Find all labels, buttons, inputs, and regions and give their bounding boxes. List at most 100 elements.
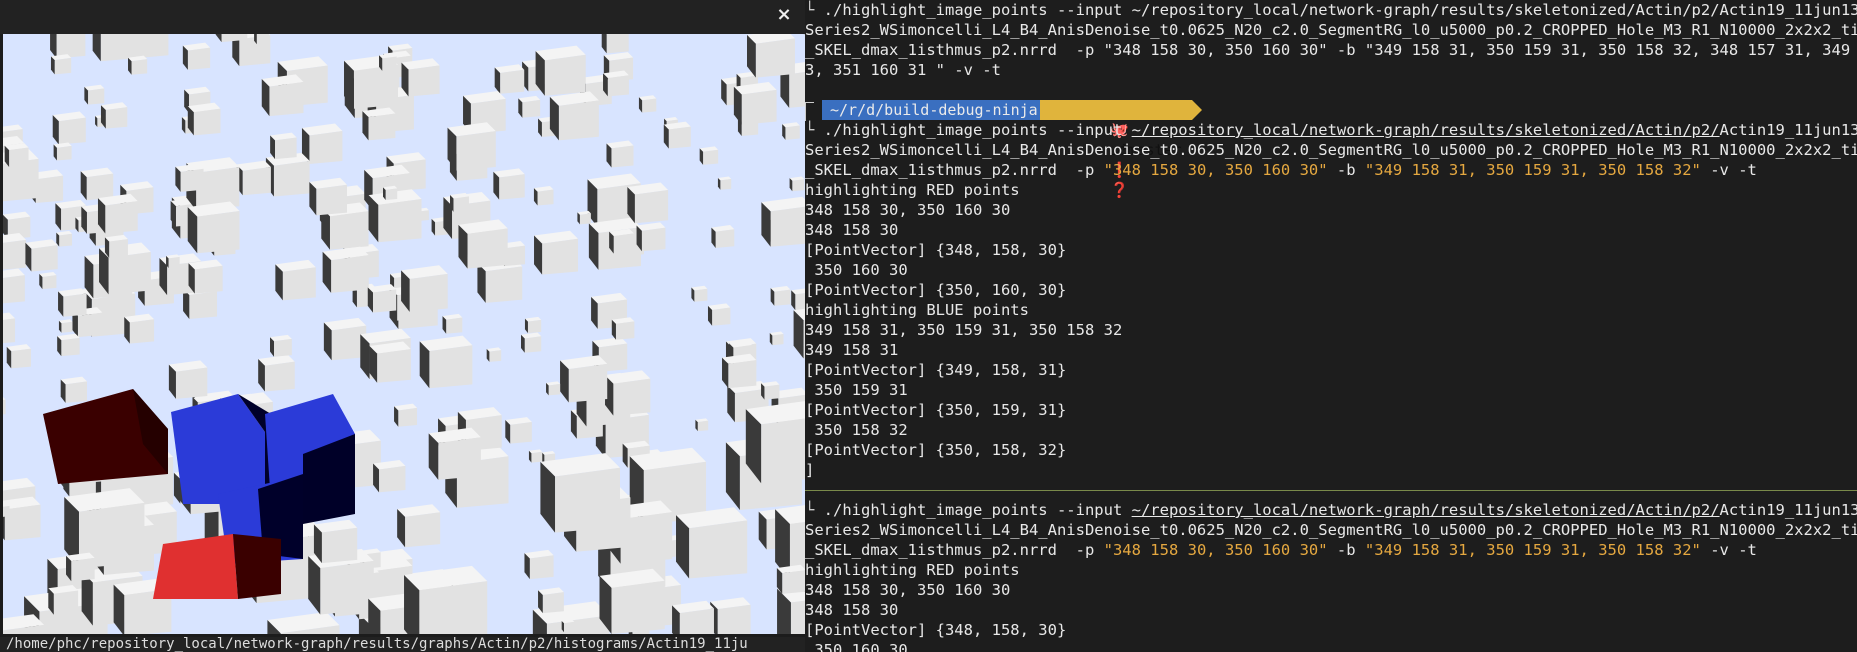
voxel-face (382, 56, 397, 71)
voxel-face (264, 361, 295, 392)
voxel-face (717, 604, 751, 634)
terminal-line: 3, 351 160 31 " -v -t (805, 61, 1001, 79)
voxel-face (613, 378, 651, 416)
viewer-3d-canvas[interactable] (3, 34, 805, 634)
voxel-face (194, 265, 223, 294)
voxel-face (61, 321, 73, 333)
voxel-face (697, 420, 709, 432)
voxel-face (741, 89, 777, 125)
voxel-face (527, 319, 542, 334)
voxel-face (634, 190, 669, 224)
voxel-face (764, 384, 780, 400)
voxel-face (168, 256, 180, 268)
terminal-line: Series2_WSimoncelli_L4_B4_AnisDenoise_t0… (805, 521, 1857, 539)
close-icon[interactable]: × (773, 4, 795, 26)
terminal-output-line: [PointVector] {350, 159, 31} (805, 401, 1067, 419)
voxel-face (615, 321, 635, 340)
voxel-face (611, 580, 665, 634)
terminal-divider (805, 490, 1857, 491)
voxel-face (193, 108, 221, 136)
voxel-face (3, 239, 27, 270)
terminal-output-line: highlighting RED points (805, 561, 1020, 579)
voxel-face (774, 289, 791, 306)
voxel-face (35, 175, 64, 204)
voxel-face (446, 317, 463, 334)
voxel-face (542, 238, 579, 275)
voxel-face (58, 117, 86, 145)
voxel-face (3, 275, 25, 304)
terminal-output-line: 350 159 31 (805, 381, 908, 399)
shell-prompt: ~/r/d/build-debug-ninja 🐙 ⎇master ❗ ❓ (805, 100, 1205, 199)
voxel-face (378, 198, 422, 243)
voxel-face (689, 520, 748, 579)
voxel-face (71, 557, 95, 582)
terminal-command: └ ./highlight_image_points --input ~/rep… (805, 501, 1857, 519)
voxel-face (175, 367, 208, 399)
terminal-output-line: 349 158 31 (805, 341, 899, 359)
voxel-face (59, 233, 73, 247)
voxel-face (489, 350, 502, 362)
voxel-face (419, 581, 488, 634)
terminal-window[interactable]: └ ./highlight_image_points --input ~/rep… (805, 0, 1857, 652)
terminal-output-line: [PointVector] {348, 158, 30} (805, 621, 1067, 639)
voxel-face (274, 338, 292, 357)
voxel-face (529, 555, 554, 580)
voxel-face (789, 72, 805, 108)
voxel-face (728, 360, 757, 389)
voxel-face (3, 318, 16, 344)
voxel-face (467, 228, 508, 269)
voxel-face (453, 196, 469, 212)
voxel-face (379, 465, 406, 493)
voxel-face (795, 293, 805, 311)
voxel-face (321, 527, 358, 564)
voxel-face (331, 255, 369, 293)
voxel-face (456, 131, 496, 171)
voxel-face (256, 34, 269, 45)
voxel-face (607, 75, 629, 97)
voxel-face (429, 345, 473, 389)
voxel-face (11, 348, 31, 369)
terminal-output-line: [PointVector] {350, 160, 30} (805, 281, 1067, 299)
viewer-titlebar: × (0, 0, 805, 34)
voxel-face (668, 126, 691, 149)
voxel-face (77, 312, 103, 338)
prompt-corner (805, 102, 814, 121)
voxel-face (755, 38, 795, 78)
voxel-face (105, 107, 128, 129)
prompt-git-status: 🐙 ⎇master ❗ ❓ (1040, 100, 1202, 199)
voxel-face (792, 179, 805, 192)
voxel-face (63, 293, 87, 317)
voxel-face (56, 34, 86, 59)
voxel-face (3, 505, 10, 517)
terminal-output-line: [PointVector] {348, 158, 30} (805, 241, 1067, 259)
voxel-face (408, 65, 440, 97)
voxel-face (86, 173, 114, 201)
voxel-face (197, 210, 240, 254)
voxel-face (694, 288, 708, 302)
voxel-face (712, 307, 731, 326)
voxel-face (180, 168, 204, 192)
viewer-status-path: /home/phc/repository_local/network-graph… (0, 637, 805, 652)
voxel-face (579, 213, 591, 225)
red-voxel[interactable] (153, 534, 238, 599)
voxel-scene (3, 34, 805, 634)
terminal-output-line: highlighting BLUE points (805, 301, 1029, 319)
voxel-face (438, 437, 481, 480)
voxel-face (129, 319, 155, 344)
voxel-face (53, 590, 79, 615)
terminal-output-line: 349 158 31, 350 159 31, 350 158 32 (805, 321, 1123, 339)
voxel-face (555, 467, 620, 533)
voxel-face (563, 621, 575, 633)
voxel-face (316, 184, 347, 216)
voxel-face (368, 113, 396, 141)
voxel-face (568, 363, 608, 403)
voxel-face (641, 227, 666, 252)
voxel-face (398, 407, 418, 427)
voxel-face (61, 337, 80, 357)
voxel-face (611, 145, 634, 168)
terminal-line: └ ./highlight_image_points --input ~/rep… (805, 1, 1857, 19)
voxel-face (56, 145, 72, 161)
terminal-output-line: highlighting RED points (805, 181, 1020, 199)
voxel-face (187, 47, 211, 70)
voxel-face (606, 34, 629, 54)
